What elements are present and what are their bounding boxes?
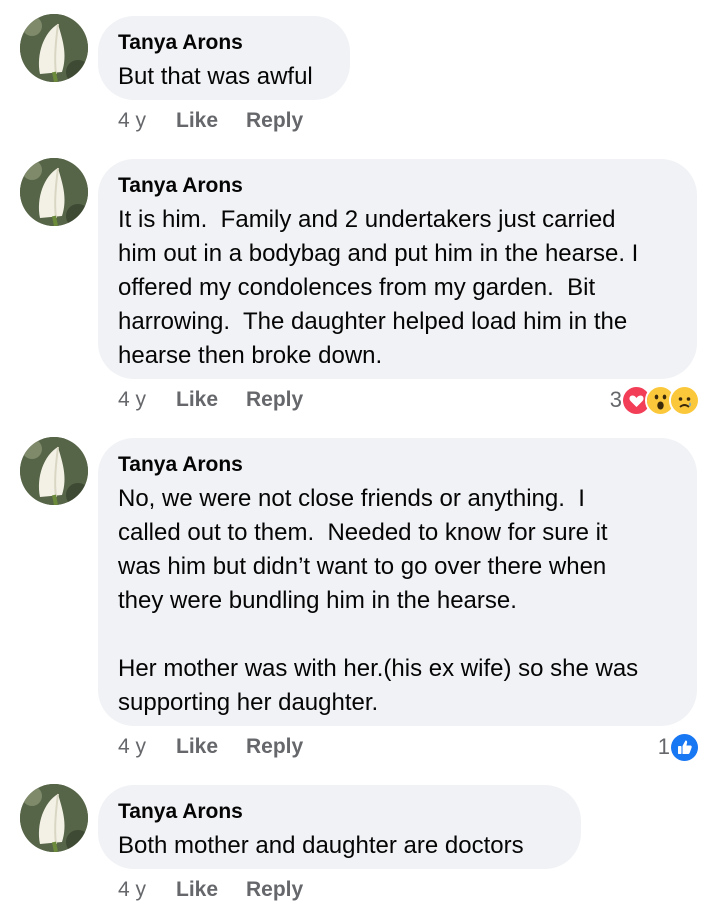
avatar[interactable] <box>20 784 88 852</box>
reply-button[interactable]: Reply <box>246 388 303 412</box>
comment-age[interactable]: 4 y <box>118 388 176 412</box>
like-button[interactable]: Like <box>176 109 246 133</box>
like-button[interactable]: Like <box>176 735 246 759</box>
reaction-summary[interactable]: 3 <box>610 384 700 416</box>
reply-button[interactable]: Reply <box>246 878 303 902</box>
like-button[interactable]: Like <box>176 878 246 902</box>
reaction-summary[interactable]: 1 <box>658 731 700 763</box>
reply-button[interactable]: Reply <box>246 735 303 759</box>
comment-text: Both mother and daughter are doctors <box>118 832 524 859</box>
avatar[interactable] <box>20 14 88 82</box>
comment-author[interactable]: Tanya Arons <box>118 30 328 56</box>
comment-bubble: Tanya Arons It is him. Family and 2 unde… <box>98 159 697 379</box>
comment-author[interactable]: Tanya Arons <box>118 452 675 478</box>
comment-text: But that was awful <box>118 63 313 90</box>
comment-actions: 4 y Like Reply <box>118 106 303 136</box>
comment-actions: 4 y Like Reply <box>118 875 303 905</box>
calla-lily-avatar-image <box>20 158 88 226</box>
reply-button[interactable]: Reply <box>246 109 303 133</box>
comment-text: It is him. Family and 2 undertakers just… <box>118 206 639 369</box>
avatar[interactable] <box>20 437 88 505</box>
comment-actions: 4 y Like Reply <box>118 732 303 762</box>
avatar[interactable] <box>20 158 88 226</box>
comment-actions: 4 y Like Reply <box>118 385 303 415</box>
like-button[interactable]: Like <box>176 388 246 412</box>
comment-age[interactable]: 4 y <box>118 878 176 902</box>
comment-age[interactable]: 4 y <box>118 735 176 759</box>
comment-bubble: Tanya Arons Both mother and daughter are… <box>98 785 581 869</box>
calla-lily-avatar-image <box>20 437 88 505</box>
comment-bubble: Tanya Arons No, we were not close friend… <box>98 438 697 726</box>
calla-lily-avatar-image <box>20 784 88 852</box>
comment-author[interactable]: Tanya Arons <box>118 173 675 199</box>
comment-age[interactable]: 4 y <box>118 109 176 133</box>
comment-text: No, we were not close friends or anythin… <box>118 485 639 716</box>
sad-reaction-icon <box>669 384 700 416</box>
comment-author[interactable]: Tanya Arons <box>118 799 559 825</box>
comment-bubble: Tanya Arons But that was awful <box>98 16 350 100</box>
like-reaction-icon <box>669 731 700 763</box>
calla-lily-avatar-image <box>20 14 88 82</box>
